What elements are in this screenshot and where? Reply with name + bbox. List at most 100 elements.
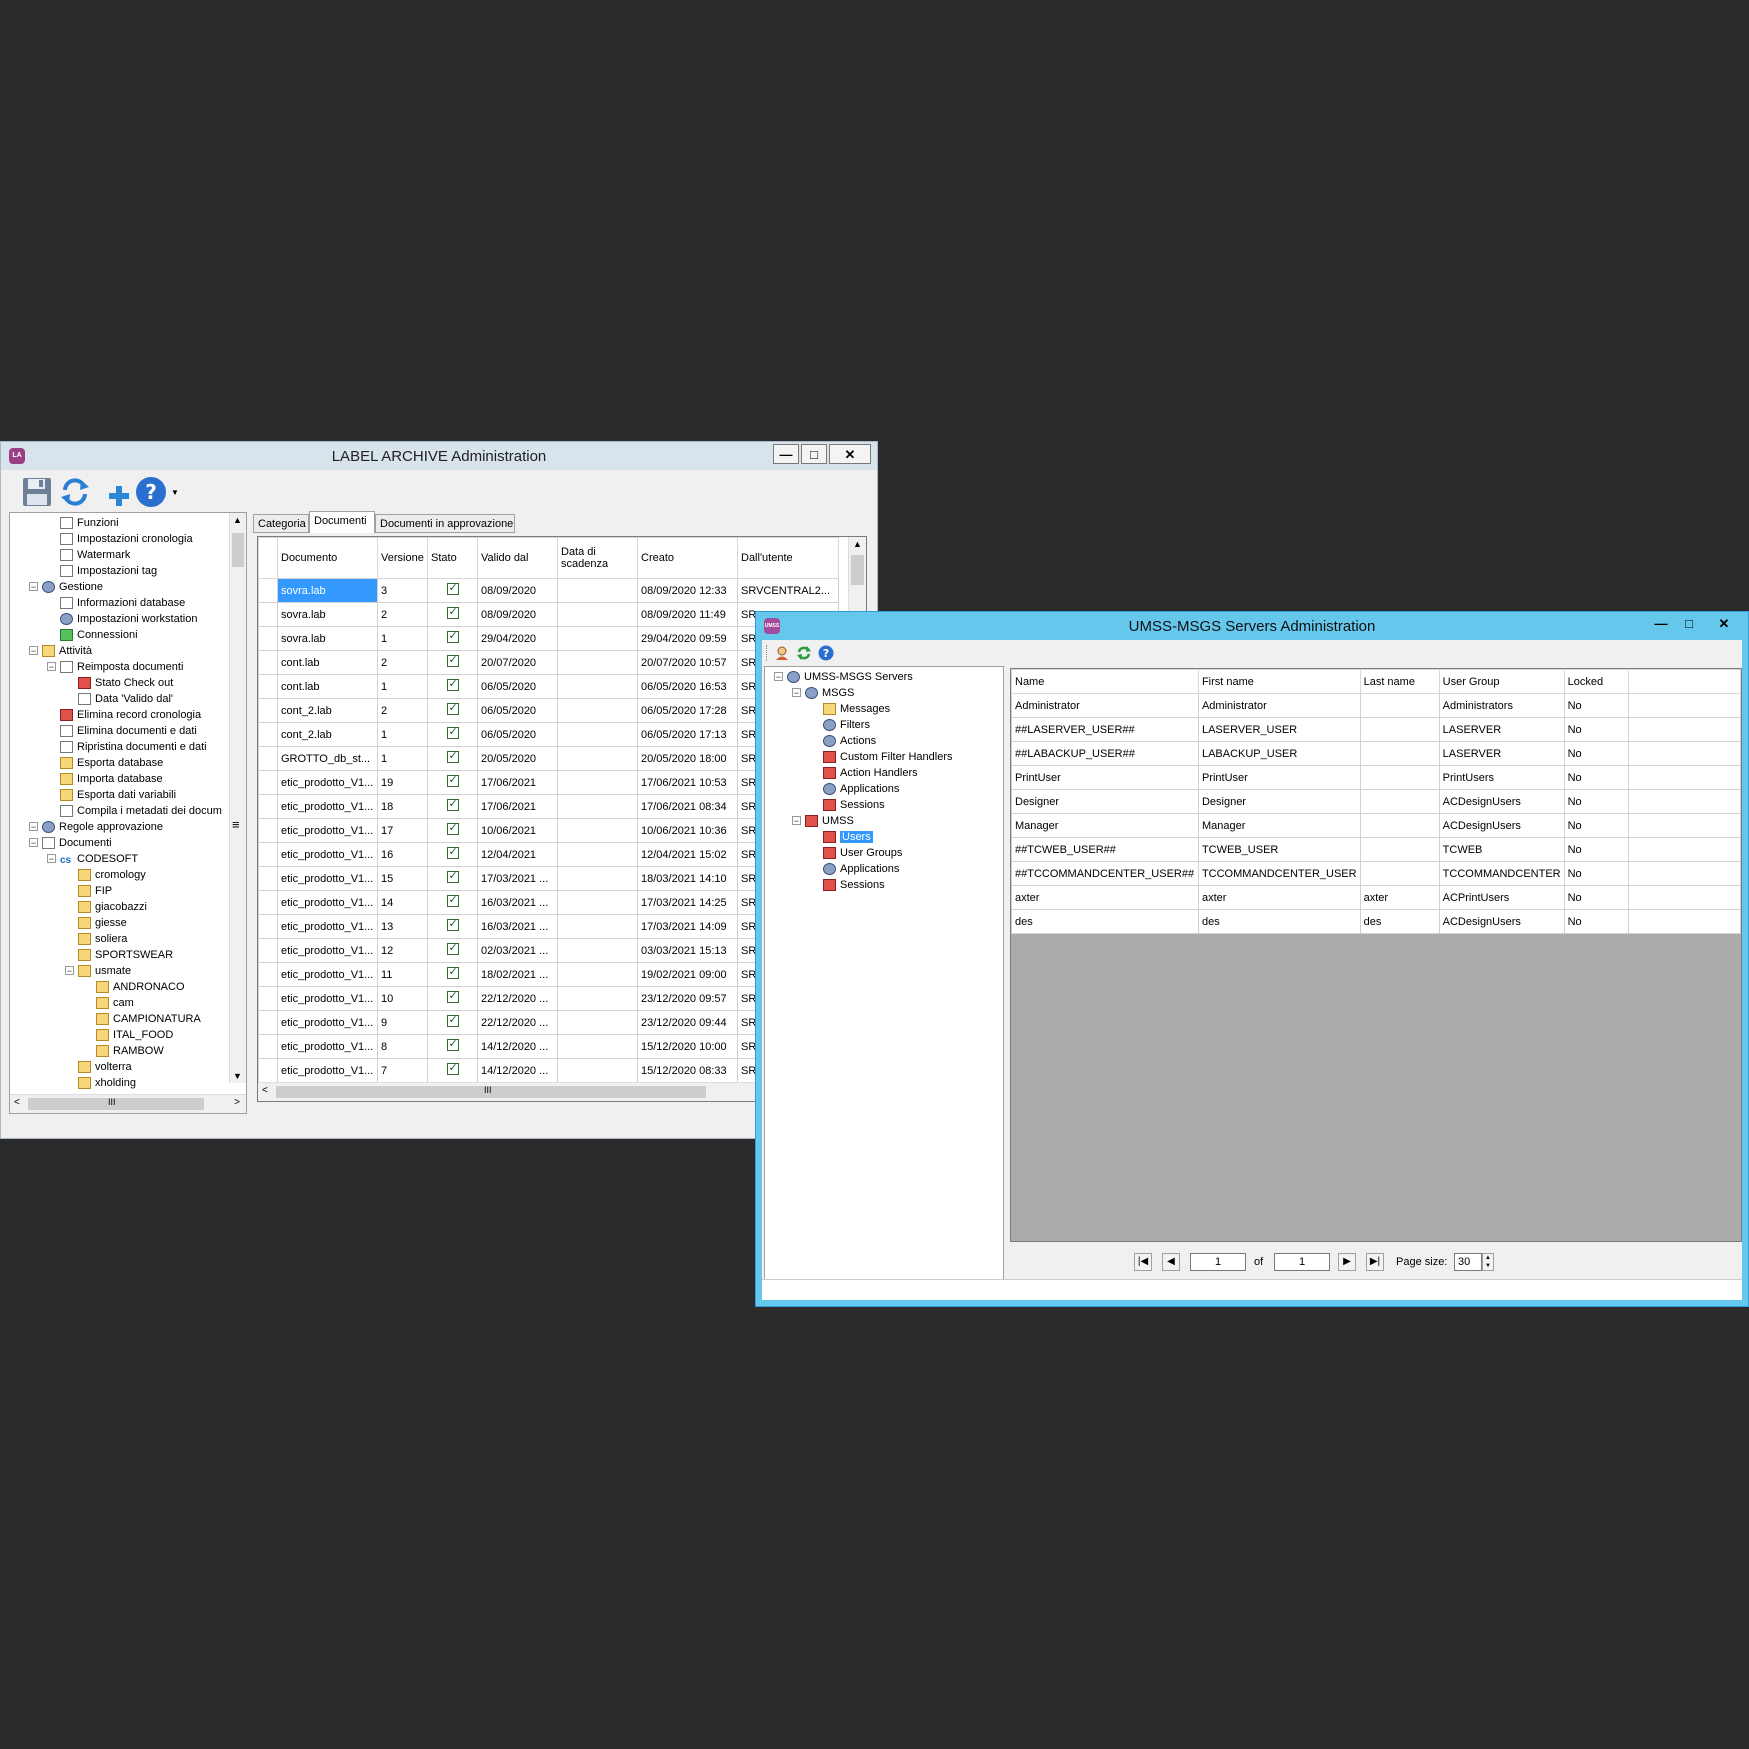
table-cell[interactable]: 02/03/2021 ... — [477, 938, 558, 963]
table-cell[interactable] — [427, 770, 478, 795]
table-cell[interactable]: 15/12/2020 08:33 — [637, 1058, 738, 1083]
table-cell[interactable] — [427, 650, 478, 675]
tree-node[interactable]: cam — [96, 995, 134, 1011]
tree-node[interactable]: Importa database — [60, 771, 163, 787]
table-cell[interactable] — [427, 698, 478, 723]
table-cell[interactable]: cont_2.lab — [277, 698, 378, 723]
save-icon[interactable] — [21, 476, 53, 508]
table-cell[interactable]: 06/05/2020 — [477, 698, 558, 723]
table-cell[interactable]: 06/05/2020 — [477, 722, 558, 747]
user-cell[interactable]: No — [1563, 813, 1629, 838]
table-cell[interactable]: etic_prodotto_V1... — [277, 1034, 378, 1059]
tree-node[interactable]: usmate — [78, 963, 131, 979]
user-cell[interactable]: des — [1359, 909, 1440, 934]
table-cell[interactable]: 12 — [377, 938, 428, 963]
tab-categoria[interactable]: Categoria — [253, 514, 309, 533]
tree-node[interactable]: Ripristina documenti e dati — [60, 739, 207, 755]
user-cell[interactable]: axter — [1359, 885, 1440, 910]
table-cell[interactable]: 29/04/2020 09:59 — [637, 626, 738, 651]
column-header-creato[interactable]: Creato — [637, 537, 738, 579]
table-cell[interactable]: 22/12/2020 ... — [477, 986, 558, 1011]
table-cell[interactable] — [557, 674, 638, 699]
tree-horizontal-scrollbar[interactable]: < III > — [10, 1094, 246, 1113]
tree-node[interactable]: giacobazzi — [78, 899, 147, 915]
table-cell[interactable] — [557, 914, 638, 939]
table-cell[interactable] — [557, 866, 638, 891]
table-cell[interactable]: 16 — [377, 842, 428, 867]
tree-node[interactable]: Compila i metadati dei docum — [60, 803, 222, 819]
user-cell[interactable]: Manager — [1197, 813, 1361, 838]
close-button[interactable]: ✕ — [829, 444, 871, 464]
table-cell[interactable]: 2 — [377, 650, 428, 675]
table-cell[interactable]: 06/05/2020 17:13 — [637, 722, 738, 747]
table-cell[interactable]: 08/09/2020 12:33 — [637, 578, 738, 603]
next-page-button[interactable]: ▶ — [1338, 1253, 1356, 1271]
table-cell[interactable]: 10/06/2021 — [477, 818, 558, 843]
table-cell[interactable] — [427, 626, 478, 651]
table-cell[interactable]: 17/06/2021 — [477, 770, 558, 795]
table-cell[interactable] — [427, 938, 478, 963]
table-cell[interactable] — [557, 938, 638, 963]
column-header-versione[interactable]: Versione — [377, 537, 428, 579]
table-cell[interactable] — [427, 674, 478, 699]
table-cell[interactable]: 06/05/2020 — [477, 674, 558, 699]
user-cell[interactable]: TCWEB_USER — [1197, 837, 1361, 862]
table-cell[interactable] — [427, 818, 478, 843]
table-cell[interactable]: 10 — [377, 986, 428, 1011]
tree-node[interactable]: Gestione — [42, 579, 103, 595]
table-cell[interactable]: 17/06/2021 — [477, 794, 558, 819]
table-cell[interactable]: 23/12/2020 09:57 — [637, 986, 738, 1011]
table-row[interactable]: etic_prodotto_V1...16 12/04/2021 12/04/202… — [258, 842, 839, 867]
tree-node[interactable]: volterra — [78, 1059, 132, 1075]
column-header-first-name[interactable]: First name — [1197, 669, 1361, 694]
table-cell[interactable]: 14/12/2020 ... — [477, 1058, 558, 1083]
tree-node[interactable]: Esporta dati variabili — [60, 787, 176, 803]
tree-vertical-scrollbar[interactable]: ▲ ≡ ▼ — [229, 513, 246, 1083]
row-header[interactable] — [258, 794, 278, 819]
table-cell[interactable]: 20/05/2020 18:00 — [637, 746, 738, 771]
help-dropdown-chevron-icon[interactable]: ▼ — [171, 488, 179, 497]
umss-tree-node[interactable]: Filters — [823, 717, 870, 733]
table-cell[interactable]: 23/12/2020 09:44 — [637, 1010, 738, 1035]
user-cell[interactable]: ACDesignUsers — [1438, 789, 1565, 814]
column-header-data-di-scadenza[interactable]: Data di scadenza — [557, 537, 638, 579]
column-header-valido-dal[interactable]: Valido dal — [477, 537, 558, 579]
last-page-button[interactable]: ▶| — [1366, 1253, 1384, 1271]
user-cell[interactable]: ##LABACKUP_USER## — [1011, 741, 1199, 766]
table-cell[interactable] — [557, 722, 638, 747]
umss-minimize-button[interactable]: — — [1648, 614, 1674, 634]
row-header[interactable] — [258, 866, 278, 891]
table-row[interactable]: etic_prodotto_V1...9 22/12/2020 ... 23/12/… — [258, 1010, 839, 1035]
table-row[interactable]: etic_prodotto_V1...15 17/03/2021 ... 18/03… — [258, 866, 839, 891]
user-cell[interactable]: TCCOMMANDCENTER_USER — [1197, 861, 1361, 886]
table-cell[interactable] — [427, 578, 478, 603]
table-cell[interactable]: etic_prodotto_V1... — [277, 890, 378, 915]
umss-tree-node[interactable]: Users — [823, 829, 873, 845]
user-cell[interactable]: No — [1563, 693, 1629, 718]
umss-tree-node[interactable]: UMSS — [805, 813, 854, 829]
row-header[interactable] — [258, 818, 278, 843]
tree-node[interactable]: Regole approvazione — [42, 819, 163, 835]
umss-tree-node[interactable]: MSGS — [805, 685, 854, 701]
row-header[interactable] — [258, 1010, 278, 1035]
user-cell[interactable]: No — [1563, 765, 1629, 790]
table-row[interactable]: etic_prodotto_V1...7 14/12/2020 ... 15/12/… — [258, 1058, 839, 1083]
table-cell[interactable] — [557, 626, 638, 651]
table-cell[interactable]: 08/09/2020 11:49 — [637, 602, 738, 627]
table-cell[interactable]: cont.lab — [277, 650, 378, 675]
table-cell[interactable] — [557, 602, 638, 627]
tree-node[interactable]: cs CODESOFT — [60, 851, 138, 867]
user-cell[interactable]: No — [1563, 837, 1629, 862]
umss-tree-node[interactable]: Applications — [823, 781, 899, 797]
scroll-right-icon[interactable]: > — [234, 1097, 240, 1108]
table-cell[interactable] — [427, 794, 478, 819]
user-row[interactable]: axter axter axter ACPrintUsers No — [1011, 885, 1741, 910]
user-cell[interactable]: TCCOMMANDCENTER — [1438, 861, 1565, 886]
table-row[interactable]: sovra.lab3 08/09/2020 08/09/2020 12:33SRVC… — [258, 578, 839, 603]
tree-node[interactable]: ITAL_FOOD — [96, 1027, 173, 1043]
table-cell[interactable] — [427, 602, 478, 627]
first-page-button[interactable]: |◀ — [1134, 1253, 1152, 1271]
tree-expander-icon[interactable]: − — [29, 582, 38, 592]
page-number-input[interactable]: 1 — [1190, 1253, 1246, 1271]
user-cell[interactable]: No — [1563, 741, 1629, 766]
